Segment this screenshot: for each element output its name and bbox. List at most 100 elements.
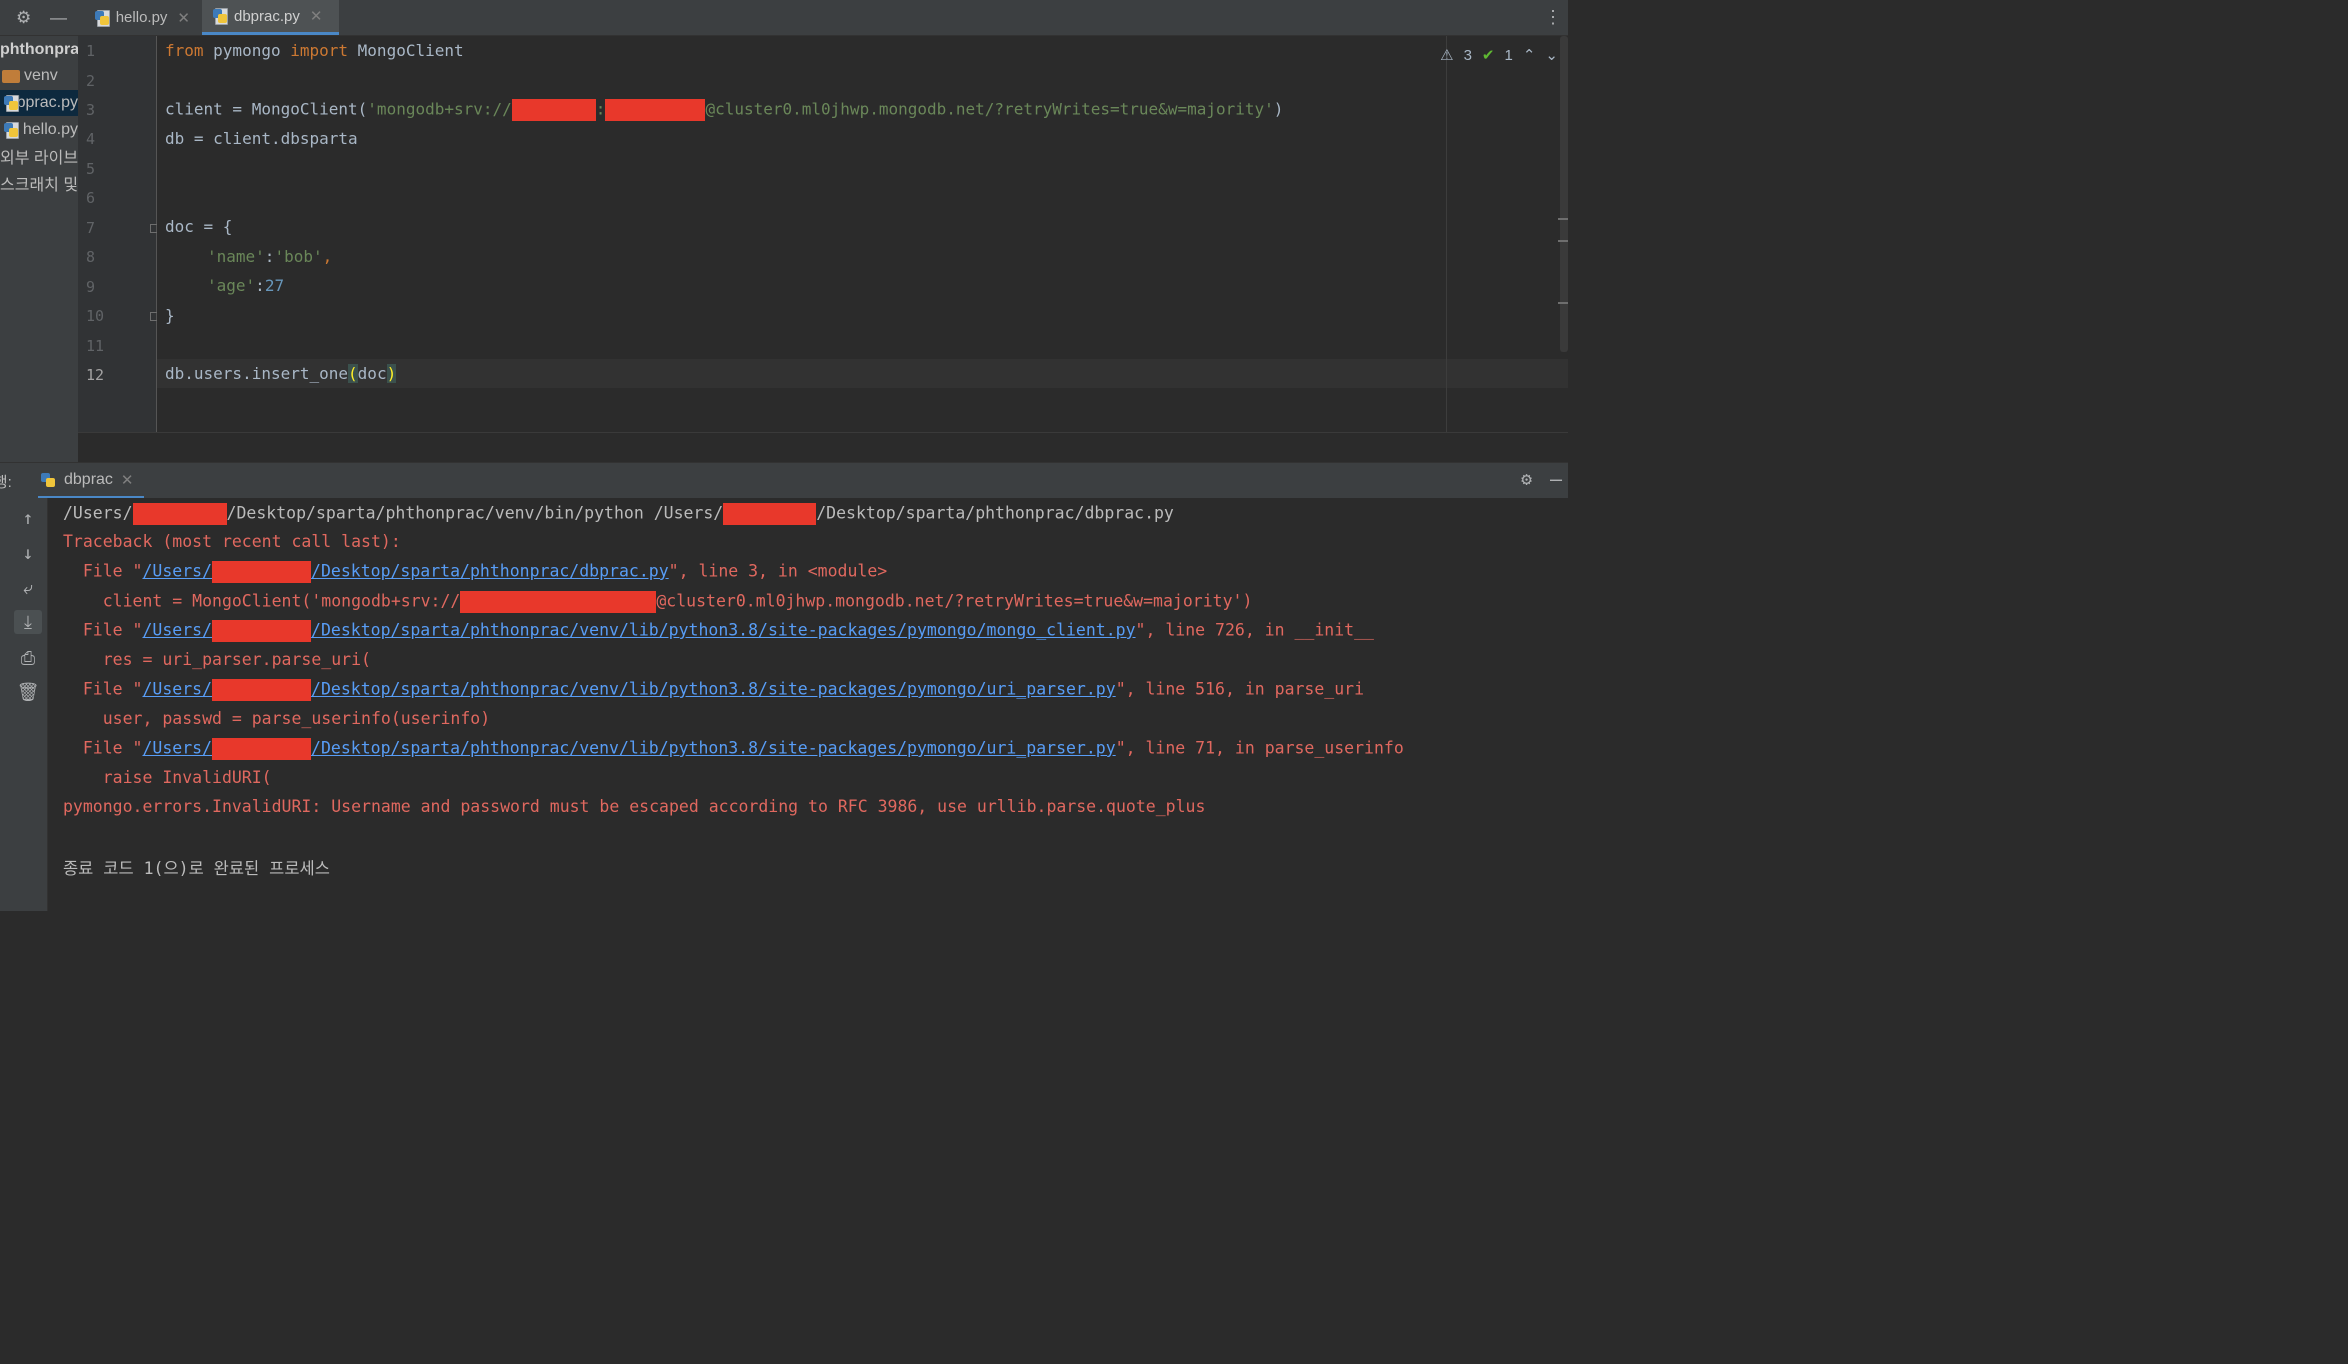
file-link[interactable]: /Users/ — [142, 621, 212, 640]
sidebar-item-project-root[interactable]: phthonprac — [0, 37, 78, 63]
gear-icon[interactable]: ⚙ — [16, 8, 31, 28]
gear-icon[interactable]: ⚙ — [1521, 469, 1532, 490]
string-literal: 'name' — [207, 247, 265, 266]
console-text: File " — [63, 738, 143, 758]
code-text: , — [322, 247, 333, 266]
sidebar-item-venv[interactable]: venv — [0, 63, 78, 89]
python-file-icon — [3, 122, 19, 139]
traceback-file-line: File "/Users/ /Desktop/sparta/phthonprac/… — [63, 620, 1374, 642]
editor-scrollbar[interactable] — [1560, 36, 1568, 352]
console-text: /Desktop/sparta/phthonprac/dbprac.py — [816, 503, 1174, 523]
close-icon[interactable]: ✕ — [310, 7, 323, 25]
line-number: 2 — [86, 72, 96, 90]
line-number-current: 12 — [86, 366, 105, 384]
close-icon[interactable]: ✕ — [177, 9, 190, 27]
console-text: ", line 71, in parse_userinfo — [1115, 738, 1404, 758]
file-link[interactable]: /Users/ — [142, 739, 212, 758]
console-text: ", line 516, in parse_uri — [1115, 679, 1365, 699]
scroll-marker — [1558, 240, 1568, 242]
python-file-icon — [3, 95, 19, 112]
file-link[interactable]: /Desktop/sparta/phthonprac/dbprac.py — [311, 562, 669, 581]
run-console[interactable]: /Users/ /Desktop/sparta/phthonprac/venv/b… — [48, 498, 1568, 911]
console-text: @cluster0.ml0jhwp.mongodb.net/?retryWrit… — [656, 591, 1253, 611]
file-link[interactable]: /Users/ — [142, 562, 212, 581]
scroll-to-end-icon[interactable]: ⤓ — [14, 610, 42, 634]
number-literal: 27 — [264, 276, 285, 295]
string-literal: @cluster0.ml0jhwp.mongodb.net/?retryWrit… — [705, 99, 1274, 119]
trash-icon[interactable]: 🗑 — [14, 680, 42, 704]
traceback-code-line: client = MongoClient('mongodb+srv:// @clu… — [63, 591, 1252, 613]
console-text: File " — [63, 679, 143, 699]
code-line-8: 'name':'bob', — [207, 247, 332, 266]
chevron-up-icon[interactable]: ⌃ — [1523, 46, 1536, 64]
console-text: ", line 726, in __init__ — [1135, 620, 1374, 640]
code-line-10: } — [165, 306, 175, 325]
error-message: pymongo.errors.InvalidURI: Username and … — [63, 797, 1206, 816]
run-tab-dbprac[interactable]: dbprac ✕ — [38, 463, 144, 499]
chevron-down-icon[interactable]: ⌄ — [1545, 46, 1558, 64]
warning-count: 3 — [1463, 46, 1472, 64]
inspection-widget[interactable]: ⚠ 3 ✔ 1 ⌃ ⌄ — [1440, 46, 1558, 65]
code-line-12: db.users.insert_one(doc) — [165, 364, 397, 383]
process-exit-message: 종료 코드 1(으)로 완료된 프로세스 — [63, 859, 330, 878]
code-line-7: doc = { — [165, 217, 233, 236]
sidebar-item-label: 외부 라이브러리 — [0, 150, 78, 167]
file-link[interactable]: /Users/ — [142, 680, 212, 699]
project-sidebar: phthonprac venv dbprac.py hello.py 외부 라이… — [0, 36, 78, 462]
line-number: 5 — [86, 160, 96, 178]
tab-label: hello.py — [115, 9, 168, 26]
matched-brace: ) — [386, 364, 397, 383]
code-text: client = MongoClient( — [165, 99, 368, 119]
code-line-9: 'age':27 — [207, 276, 284, 295]
sidebar-item-external-libraries[interactable]: 외부 라이브러리 — [0, 143, 78, 169]
redaction-box — [132, 503, 227, 525]
close-icon[interactable]: ✕ — [121, 471, 134, 489]
minus-icon[interactable]: — — [1550, 467, 1562, 491]
file-link[interactable]: /Desktop/sparta/phthonprac/venv/lib/pyth… — [311, 621, 1136, 640]
tab-label: dbprac.py — [234, 7, 300, 25]
code-text: : — [255, 276, 265, 295]
line-number: 6 — [86, 189, 96, 207]
redaction-box — [723, 503, 817, 525]
string-literal: 'mongodb+srv:// — [367, 99, 512, 119]
sidebar-item-label: 스크래치 및 콘솔 — [0, 177, 78, 194]
sidebar-item-label: venv — [24, 67, 58, 84]
string-literal: 'bob' — [274, 247, 323, 266]
tab-hello-py[interactable]: hello.py ✕ — [84, 0, 200, 35]
tab-dbprac-py[interactable]: dbprac.py ✕ — [202, 0, 339, 35]
console-command-line: /Users/ /Desktop/sparta/phthonprac/venv/b… — [63, 503, 1174, 525]
editor-gutter: 1 2 3 4 5 6 7 8 9 10 11 12 — [78, 36, 159, 432]
string-literal: 'age' — [207, 276, 256, 295]
run-toolbar: ↑ ↓ ⤶ ⤓ ⎙ 🗑 — [0, 498, 48, 911]
print-icon[interactable]: ⎙ — [14, 646, 42, 670]
soft-wrap-icon[interactable]: ⤶ — [14, 576, 42, 600]
line-number: 9 — [86, 278, 96, 296]
redaction-box — [605, 99, 706, 121]
minus-icon[interactable]: — — [50, 8, 67, 28]
sidebar-item-dbprac[interactable]: dbprac.py — [0, 90, 78, 116]
console-text: /Desktop/sparta/phthonprac/venv/bin/pyth… — [226, 503, 724, 523]
folder-icon — [2, 69, 20, 83]
redaction-box — [212, 738, 312, 760]
run-panel-header: 실행: dbprac ✕ ⚙ — — [0, 462, 1568, 500]
code-text: doc — [357, 364, 387, 383]
console-text: File " — [63, 620, 143, 640]
sidebar-item-scratches[interactable]: 스크래치 및 콘솔 — [0, 170, 78, 196]
editor-bottom-area — [78, 432, 1568, 463]
more-vertical-icon[interactable]: ⋮ — [1544, 7, 1562, 28]
line-number: 3 — [86, 101, 96, 119]
file-link[interactable]: /Desktop/sparta/phthonprac/venv/lib/pyth… — [311, 680, 1116, 699]
code-text: db.users.insert_one — [165, 364, 349, 383]
traceback-file-line: File "/Users/ /Desktop/sparta/phthonprac/… — [63, 738, 1404, 760]
console-text: ", line 3, in <module> — [668, 561, 888, 581]
string-literal: : — [595, 99, 606, 119]
arrow-up-icon[interactable]: ↑ — [14, 506, 42, 530]
arrow-down-icon[interactable]: ↓ — [14, 541, 42, 565]
editor-tab-bar: ⚙ — hello.py ✕ dbprac.py ✕ ⋮ — [0, 0, 1568, 36]
line-number: 8 — [86, 248, 96, 266]
sidebar-item-hello[interactable]: hello.py — [0, 117, 78, 143]
file-link[interactable]: /Desktop/sparta/phthonprac/venv/lib/pyth… — [311, 739, 1116, 758]
code-line-3: client = MongoClient('mongodb+srv://: @cl… — [165, 99, 1283, 121]
code-editor[interactable]: from pymongo import MongoClient client =… — [157, 36, 1568, 432]
traceback-code-line: res = uri_parser.parse_uri( — [63, 650, 371, 669]
